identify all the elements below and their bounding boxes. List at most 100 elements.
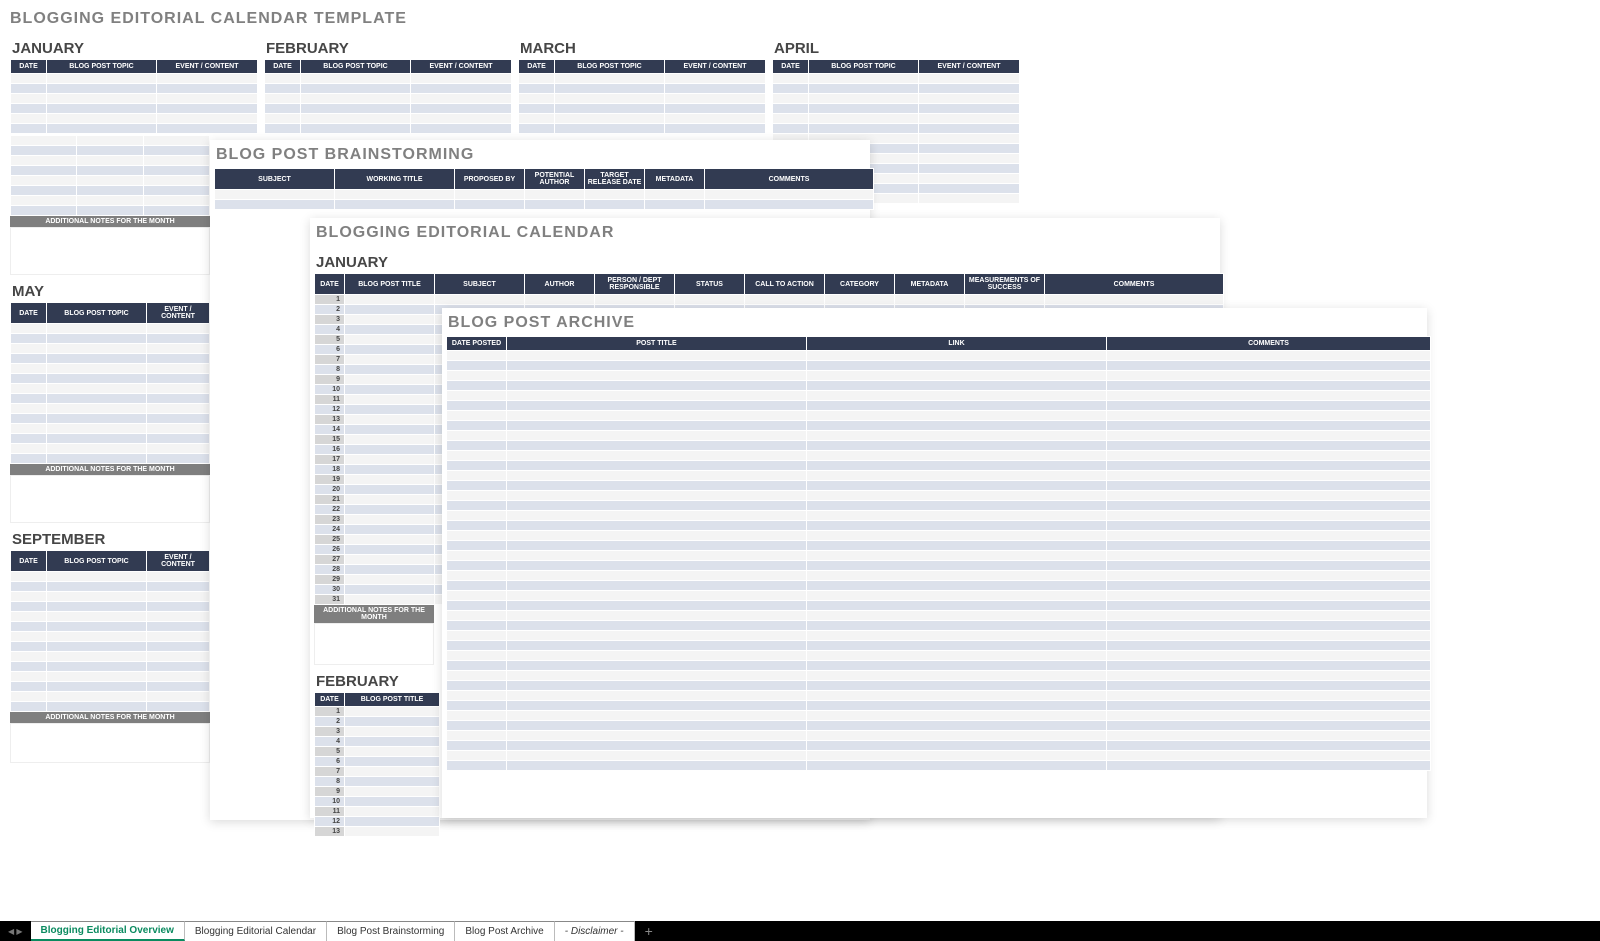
cell[interactable]	[507, 491, 807, 501]
cell[interactable]	[345, 295, 435, 305]
cell[interactable]	[1107, 731, 1431, 741]
cell[interactable]	[507, 601, 807, 611]
cell[interactable]	[807, 611, 1107, 621]
cell[interactable]	[507, 451, 807, 461]
cell[interactable]	[447, 371, 507, 381]
cell[interactable]	[345, 375, 435, 385]
cell[interactable]	[1107, 721, 1431, 731]
cell[interactable]	[1107, 441, 1431, 451]
cell[interactable]	[447, 631, 507, 641]
cell[interactable]	[507, 421, 807, 431]
cell[interactable]	[507, 691, 807, 701]
cell[interactable]	[1107, 421, 1431, 431]
tab-brainstorming[interactable]: Blog Post Brainstorming	[327, 921, 455, 941]
cell[interactable]	[807, 481, 1107, 491]
cell[interactable]	[345, 425, 435, 435]
cell[interactable]	[807, 441, 1107, 451]
cell[interactable]	[807, 661, 1107, 671]
cell[interactable]	[1107, 401, 1431, 411]
cell[interactable]	[447, 721, 507, 731]
cell[interactable]	[807, 551, 1107, 561]
cell[interactable]	[507, 711, 807, 721]
cell[interactable]	[447, 491, 507, 501]
cell[interactable]	[807, 371, 1107, 381]
cell[interactable]	[345, 575, 435, 585]
cell[interactable]	[345, 415, 435, 425]
cell[interactable]	[1107, 751, 1431, 761]
cell[interactable]	[345, 797, 440, 807]
cell[interactable]	[1107, 711, 1431, 721]
cell[interactable]	[507, 481, 807, 491]
cell[interactable]	[447, 571, 507, 581]
cell[interactable]	[345, 325, 435, 335]
cell[interactable]	[807, 621, 1107, 631]
cell[interactable]	[345, 395, 435, 405]
notes-area[interactable]	[10, 227, 210, 275]
cell[interactable]	[1107, 371, 1431, 381]
cell[interactable]	[507, 591, 807, 601]
cell[interactable]	[1107, 381, 1431, 391]
cell[interactable]	[345, 435, 435, 445]
cell[interactable]	[345, 787, 440, 797]
cell[interactable]	[507, 761, 807, 771]
cell[interactable]	[675, 295, 745, 305]
cell[interactable]	[1107, 591, 1431, 601]
cell[interactable]	[807, 421, 1107, 431]
cell[interactable]	[807, 751, 1107, 761]
cell[interactable]	[807, 741, 1107, 751]
cell[interactable]	[807, 381, 1107, 391]
cell[interactable]	[507, 521, 807, 531]
cell[interactable]	[345, 767, 440, 777]
cell[interactable]	[1107, 391, 1431, 401]
cell[interactable]	[447, 441, 507, 451]
cell[interactable]	[447, 541, 507, 551]
cell[interactable]	[1107, 431, 1431, 441]
cell[interactable]	[447, 701, 507, 711]
cell[interactable]	[507, 531, 807, 541]
cell[interactable]	[807, 541, 1107, 551]
cell[interactable]	[447, 391, 507, 401]
cell[interactable]	[345, 365, 435, 375]
cell[interactable]	[507, 551, 807, 561]
cell[interactable]	[1107, 691, 1431, 701]
cell[interactable]	[1107, 641, 1431, 651]
cell[interactable]	[345, 535, 435, 545]
cell[interactable]	[807, 451, 1107, 461]
cell[interactable]	[447, 411, 507, 421]
cell[interactable]	[507, 381, 807, 391]
cell[interactable]	[345, 545, 435, 555]
cell[interactable]	[507, 351, 807, 361]
cell[interactable]	[447, 761, 507, 771]
cell[interactable]	[507, 431, 807, 441]
cell[interactable]	[447, 671, 507, 681]
tab-archive[interactable]: Blog Post Archive	[455, 921, 554, 941]
cell[interactable]	[345, 315, 435, 325]
cell[interactable]	[447, 741, 507, 751]
cell[interactable]	[1107, 411, 1431, 421]
cell[interactable]	[345, 465, 435, 475]
cell[interactable]	[1107, 631, 1431, 641]
cell[interactable]	[345, 595, 435, 605]
cell[interactable]	[345, 747, 440, 757]
cell[interactable]	[345, 827, 440, 837]
cell[interactable]	[807, 591, 1107, 601]
cell[interactable]	[507, 741, 807, 751]
cell[interactable]	[345, 727, 440, 737]
cell[interactable]	[1107, 601, 1431, 611]
cell[interactable]	[807, 351, 1107, 361]
cell[interactable]	[807, 521, 1107, 531]
cell[interactable]	[507, 581, 807, 591]
cell[interactable]	[1107, 451, 1431, 461]
cell[interactable]	[1107, 701, 1431, 711]
cell[interactable]	[447, 431, 507, 441]
notes-area[interactable]	[10, 475, 210, 523]
cell[interactable]	[1107, 541, 1431, 551]
cell[interactable]	[447, 381, 507, 391]
cell[interactable]	[507, 701, 807, 711]
cell[interactable]	[345, 757, 440, 767]
cell[interactable]	[345, 345, 435, 355]
cell[interactable]	[345, 737, 440, 747]
cell[interactable]	[1107, 461, 1431, 471]
cell[interactable]	[1107, 511, 1431, 521]
cell[interactable]	[345, 807, 440, 817]
